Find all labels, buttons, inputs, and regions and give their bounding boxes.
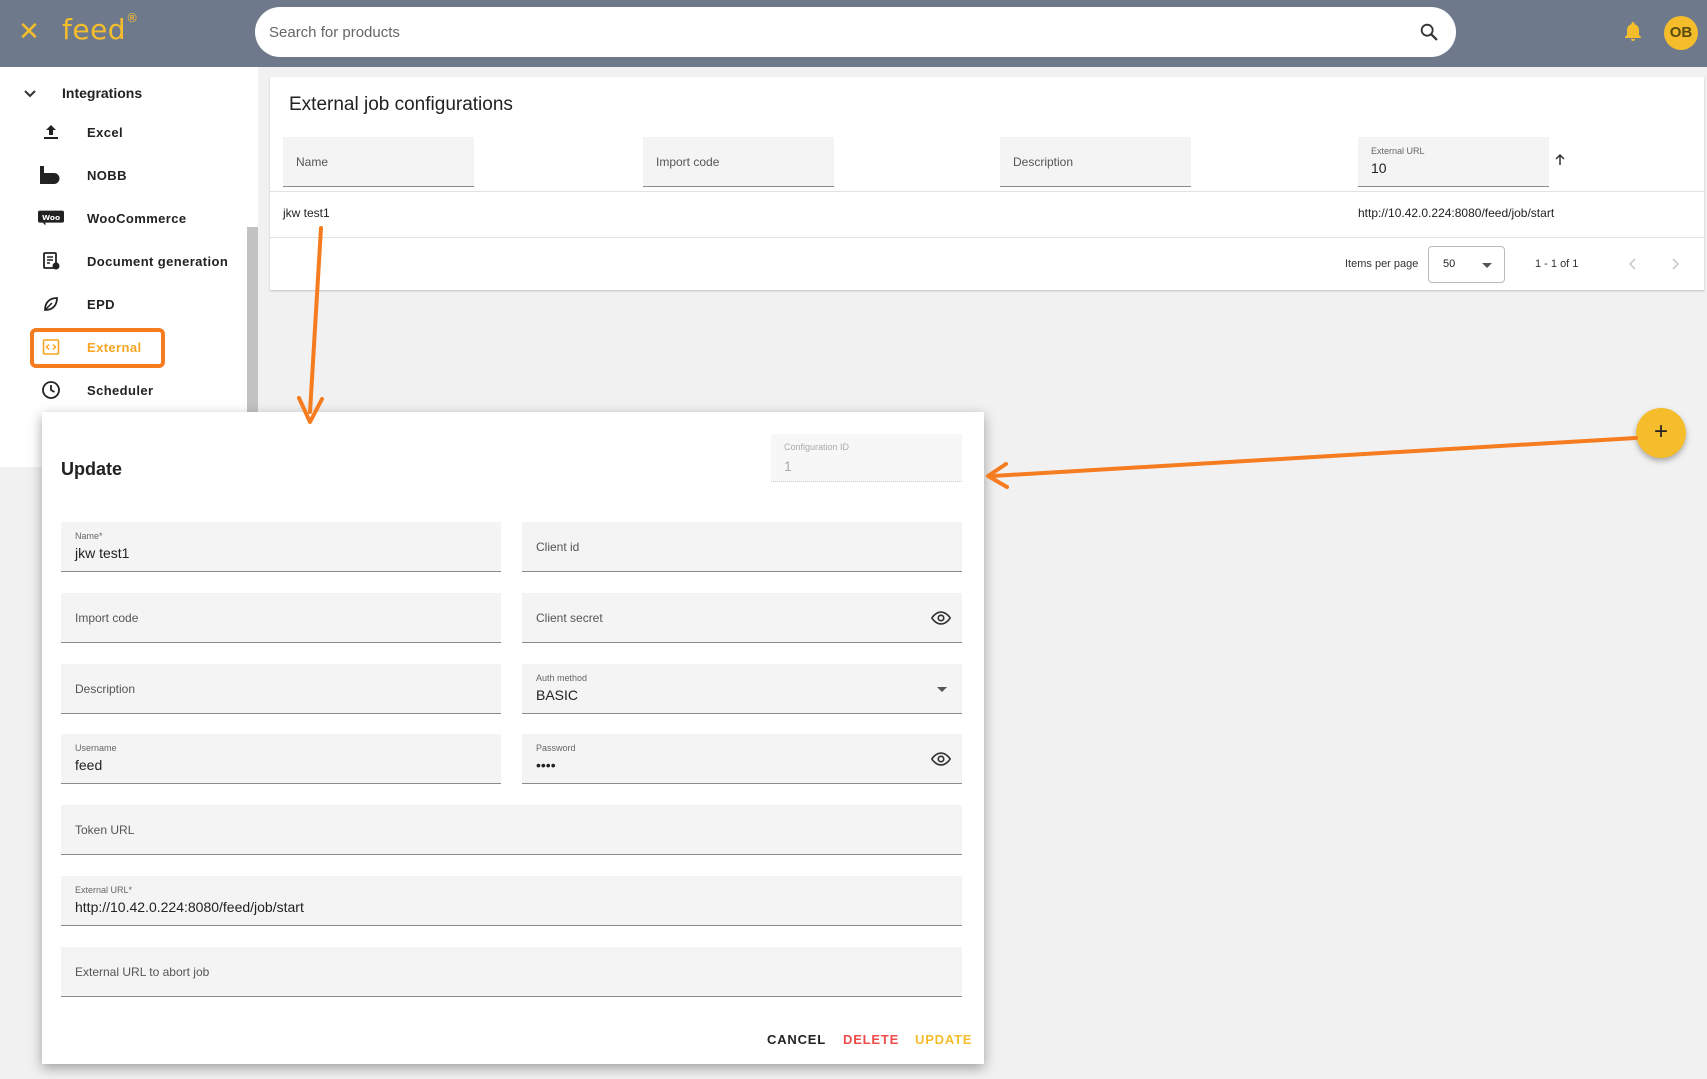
dropdown-arrow-icon xyxy=(937,687,947,692)
row-external-url: http://10.42.0.224:8080/feed/job/start xyxy=(1358,206,1555,220)
client-secret-placeholder: Client secret xyxy=(536,611,603,625)
import-code-placeholder: Import code xyxy=(75,611,139,625)
auth-method-label: Auth method xyxy=(536,673,588,683)
password-field[interactable]: Password •••• xyxy=(522,734,962,784)
items-per-page-select[interactable]: 50 xyxy=(1428,246,1505,283)
external-url-field[interactable]: External URL* http://10.42.0.224:8080/fe… xyxy=(61,876,962,926)
chevron-down-icon xyxy=(24,90,36,98)
update-button[interactable]: UPDATE xyxy=(915,1032,972,1047)
client-id-placeholder: Client id xyxy=(536,540,580,554)
bell-icon[interactable] xyxy=(1621,19,1645,43)
description-field[interactable]: Description xyxy=(61,664,501,714)
name-field[interactable]: Name* jkw test1 xyxy=(61,522,501,572)
pagination-range: 1 - 1 of 1 xyxy=(1535,258,1579,270)
highlight-box xyxy=(30,328,165,368)
sidebar-item-document-generation[interactable]: Document generation xyxy=(38,247,228,275)
abort-url-field[interactable]: External URL to abort job xyxy=(61,947,962,997)
avatar[interactable]: OB xyxy=(1664,16,1698,50)
client-secret-field[interactable]: Client secret xyxy=(522,593,962,643)
logo[interactable]: feed® xyxy=(62,11,139,46)
username-field[interactable]: Username feed xyxy=(61,734,501,784)
upload-icon xyxy=(44,125,58,139)
configuration-id-field: Configuration ID 1 xyxy=(771,434,962,482)
configuration-id-label: Configuration ID xyxy=(784,442,850,452)
search-input[interactable] xyxy=(269,19,1369,45)
name-filter-placeholder: Name xyxy=(296,155,329,169)
import-code-filter-placeholder: Import code xyxy=(656,155,720,169)
name-value: jkw test1 xyxy=(75,545,130,561)
nobb-icon xyxy=(40,166,60,184)
svg-text:Woo: Woo xyxy=(42,213,60,222)
sidebar-item-label: Scheduler xyxy=(87,382,154,398)
token-url-field[interactable]: Token URL xyxy=(61,805,962,855)
chevron-right-icon[interactable] xyxy=(1667,256,1683,272)
description-filter[interactable]: Description xyxy=(1000,137,1191,187)
sidebar-item-nobb[interactable]: NOBB xyxy=(38,161,127,189)
import-code-field[interactable]: Import code xyxy=(61,593,501,643)
sidebar-section-label: Integrations xyxy=(62,85,143,101)
row-name: jkw test1 xyxy=(283,206,330,220)
sidebar-item-excel[interactable]: Excel xyxy=(38,118,123,146)
leaf-icon xyxy=(44,297,58,311)
page-title: External job configurations xyxy=(289,94,513,115)
description-placeholder: Description xyxy=(75,682,136,696)
eye-icon[interactable] xyxy=(930,607,952,629)
dialog-title: Update xyxy=(61,459,123,479)
divider xyxy=(270,191,1704,192)
sidebar-item-label: NOBB xyxy=(87,167,127,183)
description-filter-placeholder: Description xyxy=(1013,155,1074,169)
items-per-page-value: 50 xyxy=(1443,258,1456,270)
name-filter[interactable]: Name xyxy=(283,137,474,187)
password-label: Password xyxy=(536,743,576,753)
import-code-filter[interactable]: Import code xyxy=(643,137,834,187)
add-button[interactable]: + xyxy=(1636,408,1686,458)
sidebar-item-epd[interactable]: EPD xyxy=(38,290,115,318)
dropdown-arrow-icon xyxy=(1482,263,1492,268)
name-label: Name* xyxy=(75,531,103,541)
arrow-fab-to-dialog xyxy=(986,436,1638,489)
external-url-filter-value: 10 xyxy=(1371,160,1387,176)
sidebar-item-label: WooCommerce xyxy=(87,210,187,226)
sidebar: Integrations Excel NOBB Woo WooCommerce … xyxy=(0,67,258,467)
username-value: feed xyxy=(75,757,103,773)
configuration-id-value: 1 xyxy=(784,458,792,474)
logo-mark: ® xyxy=(126,11,139,25)
token-url-placeholder: Token URL xyxy=(75,823,135,837)
sidebar-item-woocommerce[interactable]: Woo WooCommerce xyxy=(38,204,187,232)
logo-text: feed xyxy=(62,13,127,46)
sidebar-item-label: Document generation xyxy=(87,253,229,269)
document-icon xyxy=(43,252,60,270)
eye-icon[interactable] xyxy=(930,748,952,770)
items-per-page-label: Items per page xyxy=(1345,258,1419,270)
external-url-label: External URL* xyxy=(75,885,133,895)
cancel-button[interactable]: CANCEL xyxy=(767,1032,826,1047)
sidebar-section-integrations[interactable]: Integrations xyxy=(22,81,142,105)
update-dialog: Update Configuration ID 1 Name* jkw test… xyxy=(42,412,984,1064)
external-jobs-card: External job configurations Name Import … xyxy=(270,77,1704,290)
password-value: •••• xyxy=(536,757,556,773)
chevron-left-icon[interactable] xyxy=(1625,256,1641,272)
sidebar-item-label: Excel xyxy=(87,124,123,140)
search-bar xyxy=(255,7,1456,57)
external-url-filter-label: External URL xyxy=(1371,146,1425,156)
external-url-filter[interactable]: External URL 10 xyxy=(1358,137,1549,187)
external-url-value: http://10.42.0.224:8080/feed/job/start xyxy=(75,899,304,915)
client-id-field[interactable]: Client id xyxy=(522,522,962,572)
auth-method-value: BASIC xyxy=(536,687,579,703)
top-bar: ✕ feed® OB xyxy=(0,0,1707,67)
sidebar-item-scheduler[interactable]: Scheduler xyxy=(38,376,153,404)
auth-method-select[interactable]: Auth method BASIC xyxy=(522,664,962,714)
divider xyxy=(270,237,1704,238)
close-icon[interactable]: ✕ xyxy=(17,18,41,44)
woo-icon: Woo xyxy=(38,210,64,226)
clock-icon xyxy=(42,381,60,399)
search-icon[interactable] xyxy=(1418,21,1440,43)
sidebar-item-label: EPD xyxy=(87,296,115,312)
username-label: Username xyxy=(75,743,117,753)
delete-button[interactable]: DELETE xyxy=(843,1032,899,1047)
abort-url-placeholder: External URL to abort job xyxy=(75,965,210,979)
sort-arrow-up-icon[interactable] xyxy=(1553,153,1567,167)
